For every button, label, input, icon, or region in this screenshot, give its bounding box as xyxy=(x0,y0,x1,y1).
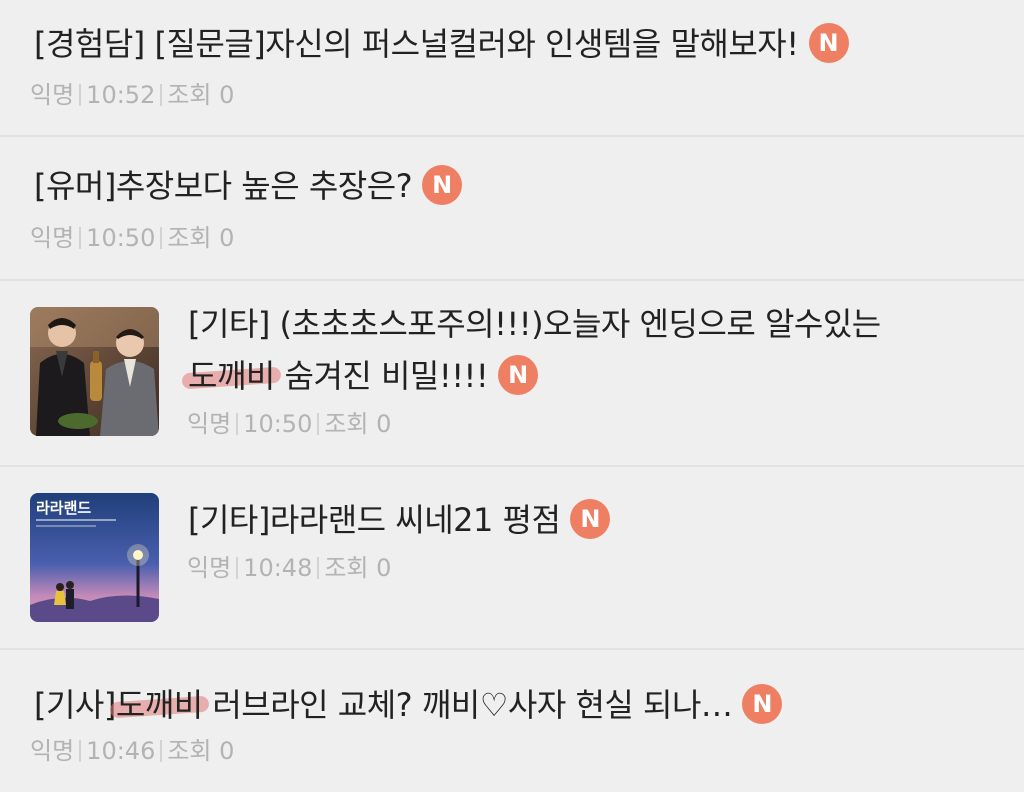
meta-divider xyxy=(79,84,82,106)
post-title[interactable]: [기사]도깨비 러브라인 교체? 깨비♡사자 현실 되나… N xyxy=(34,679,783,731)
post-time: 10:52 xyxy=(86,81,156,109)
post-title-text: [유머]추장보다 높은 추장은? xyxy=(34,167,413,205)
list-item[interactable]: [유머]추장보다 높은 추장은? N 익명 10:50 조회 0 xyxy=(0,137,1024,281)
new-badge-icon: N xyxy=(498,355,539,395)
post-title-text: [경험담] [질문글]자신의 퍼스널컬러와 인생템을 말해보자! xyxy=(34,25,799,63)
post-time: 10:50 xyxy=(243,410,313,438)
post-author: 익명 xyxy=(30,81,75,109)
post-title[interactable]: [유머]추장보다 높은 추장은? N xyxy=(34,160,463,212)
new-badge-icon: N xyxy=(742,684,783,724)
post-thumbnail[interactable]: 라라랜드 xyxy=(30,493,159,622)
post-author: 익명 xyxy=(30,737,75,765)
movie-poster-icon: 라라랜드 xyxy=(30,493,159,622)
keyword-highlight: 도깨비 xyxy=(116,679,203,731)
post-views: 조회 0 xyxy=(167,737,235,765)
post-time: 10:46 xyxy=(86,737,156,765)
post-views: 조회 0 xyxy=(324,554,392,582)
post-time: 10:48 xyxy=(243,554,313,582)
meta-divider xyxy=(79,740,82,762)
post-meta: 익명 10:48 조회 0 xyxy=(187,552,391,584)
post-author: 익명 xyxy=(30,224,75,252)
list-item[interactable]: [기타] (초초초스포주의!!!)오늘자 엔딩으로 알수있는 도깨비 숨겨진 비… xyxy=(0,281,1024,467)
meta-divider xyxy=(317,557,320,579)
post-title-rest: 러브라인 교체? 깨비♡사자 현실 되나… xyxy=(202,686,733,724)
post-views: 조회 0 xyxy=(167,224,235,252)
meta-divider xyxy=(160,227,163,249)
post-meta: 익명 10:46 조회 0 xyxy=(30,735,234,767)
post-time: 10:50 xyxy=(86,224,156,252)
post-title[interactable]: [기타] (초초초스포주의!!!)오늘자 엔딩으로 알수있는 도깨비 숨겨진 비… xyxy=(188,298,881,402)
post-title-text: [기타]라라랜드 씨네21 평점 xyxy=(188,501,561,539)
poster-title-text: 라라랜드 xyxy=(36,499,91,517)
highlight-text: 도깨비 xyxy=(188,357,275,395)
meta-divider xyxy=(236,557,239,579)
new-badge-icon: N xyxy=(808,23,849,63)
post-title-line2: 도깨비 숨겨진 비밀!!!! N xyxy=(188,350,881,402)
list-item[interactable]: [경험담] [질문글]자신의 퍼스널컬러와 인생템을 말해보자! N 익명 10:5… xyxy=(0,0,1024,137)
post-author: 익명 xyxy=(187,554,232,582)
post-views: 조회 0 xyxy=(167,81,235,109)
keyword-highlight: 도깨비 xyxy=(188,350,275,402)
post-title-rest: 숨겨진 비밀!!!! xyxy=(274,357,489,395)
list-item[interactable]: [기사]도깨비 러브라인 교체? 깨비♡사자 현실 되나… N 익명 10:46 조회… xyxy=(0,650,1024,792)
photo-two-men-icon xyxy=(30,307,159,436)
post-title[interactable]: [기타]라라랜드 씨네21 평점 N xyxy=(188,494,611,546)
highlight-text: 도깨비 xyxy=(115,686,203,724)
post-views: 조회 0 xyxy=(324,410,392,438)
meta-divider xyxy=(79,227,82,249)
new-badge-icon: N xyxy=(570,499,611,539)
post-title-line1: [기타] (초초초스포주의!!!)오늘자 엔딩으로 알수있는 xyxy=(188,305,881,343)
post-author: 익명 xyxy=(187,410,232,438)
post-list: [경험담] [질문글]자신의 퍼스널컬러와 인생템을 말해보자! N 익명 10:5… xyxy=(0,0,1024,792)
post-title-prefix: [기사] xyxy=(34,686,116,724)
post-meta: 익명 10:50 조회 0 xyxy=(187,408,391,440)
new-badge-icon: N xyxy=(422,165,463,205)
post-thumbnail[interactable] xyxy=(30,307,159,436)
meta-divider xyxy=(317,413,320,435)
meta-divider xyxy=(236,413,239,435)
meta-divider xyxy=(160,84,163,106)
post-title[interactable]: [경험담] [질문글]자신의 퍼스널컬러와 인생템을 말해보자! N xyxy=(34,18,849,70)
meta-divider xyxy=(160,740,163,762)
list-item[interactable]: 라라랜드 [기타]라라랜드 씨네21 평점 N 익명 10:48 조회 0 xyxy=(0,467,1024,650)
post-meta: 익명 10:52 조회 0 xyxy=(30,79,234,111)
post-meta: 익명 10:50 조회 0 xyxy=(30,222,234,254)
